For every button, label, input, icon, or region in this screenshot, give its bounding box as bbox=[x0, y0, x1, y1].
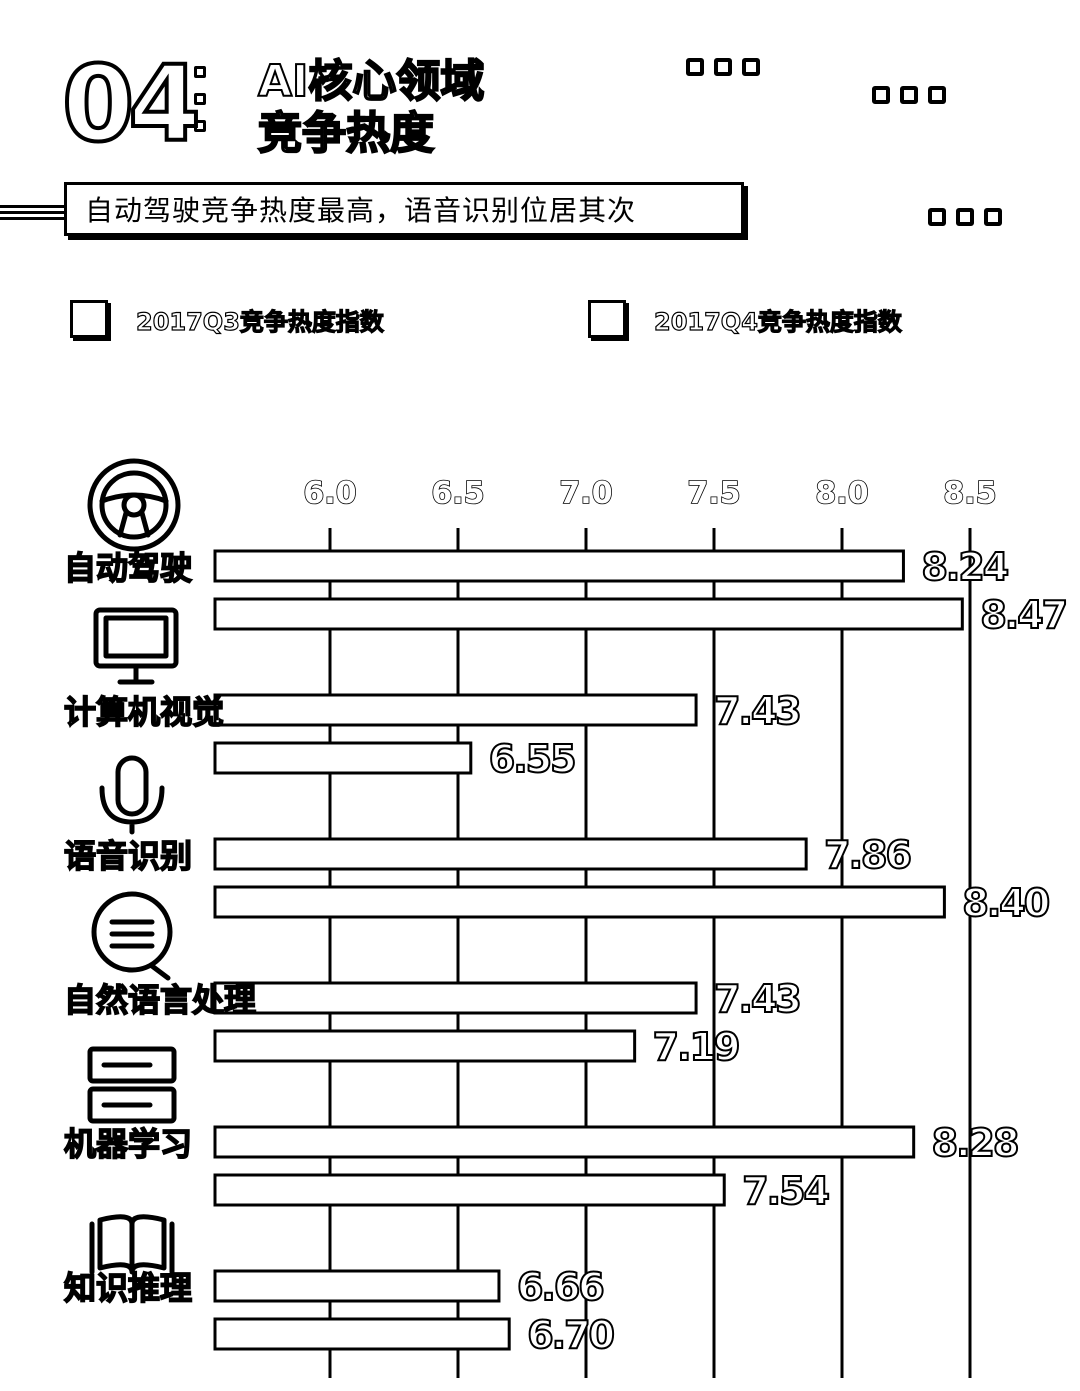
bar-q4 bbox=[213, 741, 473, 775]
data-label: 6.55 bbox=[489, 737, 575, 781]
data-label: 6.70 bbox=[527, 1313, 613, 1357]
data-label: 8.28 bbox=[932, 1121, 1018, 1165]
tick-label: 7.0 bbox=[559, 476, 612, 511]
bar-q4 bbox=[213, 1317, 511, 1351]
book-icon bbox=[89, 1214, 175, 1275]
category-label: 机器学习 bbox=[64, 1125, 192, 1163]
bar-q4 bbox=[213, 597, 964, 631]
steering-wheel-icon bbox=[87, 458, 181, 552]
tick-label: 6.5 bbox=[431, 476, 484, 511]
tick-label: 8.0 bbox=[815, 476, 868, 511]
bar-q3 bbox=[213, 1269, 501, 1303]
category-label: 自动驾驶 bbox=[64, 549, 192, 587]
speech-bubble-icon bbox=[91, 891, 173, 981]
bar-chart: 6.0 6.5 7.0 7.5 8.0 8.5 8.248.47 自动驾驶 7.43 6.55 计算… bbox=[63, 458, 1069, 1378]
bar-q4 bbox=[213, 1173, 726, 1207]
bar-q4 bbox=[213, 885, 946, 919]
data-label: 7.86 bbox=[824, 833, 910, 877]
bar-q3 bbox=[213, 1125, 916, 1159]
data-label: 8.47 bbox=[980, 593, 1066, 637]
bar-q4 bbox=[213, 1029, 637, 1063]
bar-q3 bbox=[213, 837, 808, 871]
category-label: 计算机视觉 bbox=[64, 693, 224, 731]
data-label: 7.43 bbox=[714, 977, 800, 1021]
data-label: 7.19 bbox=[653, 1025, 739, 1069]
bar-q3 bbox=[213, 981, 698, 1015]
category-label: 自然语言处理 bbox=[64, 981, 256, 1019]
data-label: 8.24 bbox=[921, 545, 1007, 589]
monitor-icon bbox=[93, 607, 179, 685]
data-label: 7.54 bbox=[742, 1169, 828, 1213]
tick-label: 8.5 bbox=[943, 476, 996, 511]
bar-q3 bbox=[213, 693, 698, 727]
bar-q3 bbox=[213, 549, 905, 583]
category-label: 语音识别 bbox=[64, 837, 192, 875]
category-label: 知识推理 bbox=[64, 1269, 192, 1307]
tick-label: 6.0 bbox=[303, 476, 356, 511]
data-label: 8.40 bbox=[962, 881, 1048, 925]
tick-label: 7.5 bbox=[687, 476, 740, 511]
server-icon bbox=[87, 1046, 177, 1124]
data-label: 6.66 bbox=[517, 1265, 603, 1309]
data-label: 7.43 bbox=[714, 689, 800, 733]
microphone-icon bbox=[99, 755, 165, 835]
